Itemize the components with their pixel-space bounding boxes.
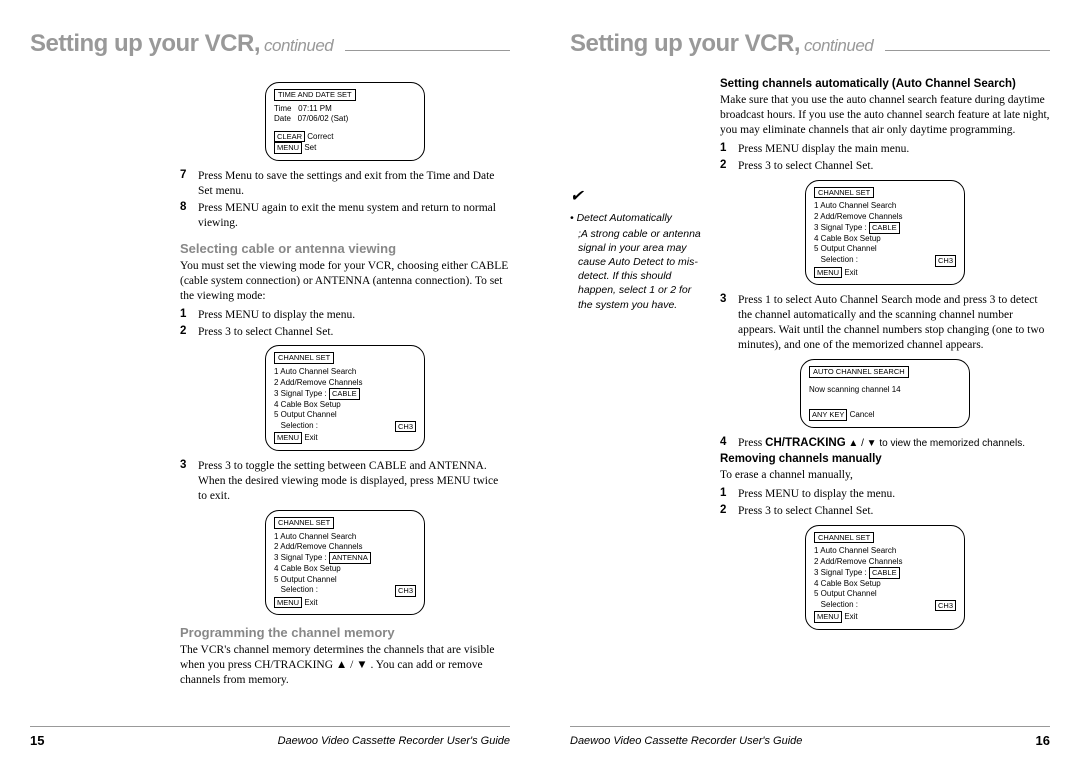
check-icon: ✔: [570, 186, 708, 208]
step-2: 2Press 3 to select Channel Set.: [720, 504, 1050, 519]
step-7: 7Press Menu to save the settings and exi…: [180, 169, 510, 199]
page-number: 16: [1036, 733, 1050, 748]
footer-left: 15 Daewoo Video Cassette Recorder User's…: [30, 726, 510, 748]
osd-channel-set-antenna: CHANNEL SET 1 Auto Channel Search 2 Add/…: [265, 510, 425, 616]
title-rule: [345, 50, 510, 51]
heading-programming: Programming the channel memory: [180, 625, 510, 640]
osd-channel-set-cable: CHANNEL SET 1 Auto Channel Search 2 Add/…: [265, 345, 425, 451]
content-right: ✔ • Detect Automatically ;A strong cable…: [570, 76, 1050, 718]
step-2: 2Press 3 to select Channel Set.: [180, 325, 510, 340]
sidebar-left: [30, 76, 180, 718]
step-3: 3Press 3 to toggle the setting between C…: [180, 459, 510, 504]
para-programming: The VCR's channel memory determines the …: [180, 643, 510, 688]
osd-auto-scan: AUTO CHANNEL SEARCH Now scanning channel…: [800, 359, 970, 428]
heading-auto-search: Setting channels automatically (Auto Cha…: [720, 78, 1050, 90]
sidebar-note-head: • Detect Automatically: [570, 211, 708, 225]
step-1: 1Press MENU display the main menu.: [720, 142, 1050, 157]
heading-selecting: Selecting cable or antenna viewing: [180, 241, 510, 256]
footer-title: Daewoo Video Cassette Recorder User's Gu…: [44, 735, 510, 747]
main-col-right: Setting channels automatically (Auto Cha…: [720, 76, 1050, 718]
sidebar-right: ✔ • Detect Automatically ;A strong cable…: [570, 76, 720, 718]
page-number: 15: [30, 733, 44, 748]
step-1: 1Press MENU to display the menu.: [720, 487, 1050, 502]
footer-right: Daewoo Video Cassette Recorder User's Gu…: [570, 726, 1050, 748]
osd-key: CLEAR: [274, 131, 305, 143]
page-right: Setting up your VCR, continued ✔ • Detec…: [540, 0, 1080, 763]
osd-text: Set: [302, 143, 316, 152]
osd-key: MENU: [274, 142, 302, 154]
para-selecting: You must set the viewing mode for your V…: [180, 259, 510, 304]
osd-text: Correct: [305, 132, 333, 141]
page-title: Setting up your VCR, continued: [570, 30, 1050, 58]
step-2: 2Press 3 to select Channel Set.: [720, 159, 1050, 174]
content-left: TIME AND DATE SET Time 07:11 PM Date 07/…: [30, 76, 510, 718]
title-continued: continued: [264, 36, 333, 56]
osd-line: Time 07:11 PM: [274, 104, 416, 114]
footer-title: Daewoo Video Cassette Recorder User's Gu…: [570, 735, 1036, 747]
page-left: Setting up your VCR, continued TIME AND …: [0, 0, 540, 763]
osd-line: Date 07/06/02 (Sat): [274, 114, 416, 124]
heading-removing: Removing channels manually: [720, 453, 1050, 465]
step-4: 4 Press CH/TRACKING ▲ / ▼ to view the me…: [720, 436, 1050, 451]
osd-time-date: TIME AND DATE SET Time 07:11 PM Date 07/…: [265, 82, 425, 161]
sidebar-note-body: ;A strong cable or antenna signal in you…: [570, 227, 708, 312]
title-main: Setting up your VCR,: [30, 30, 260, 58]
step-8: 8Press MENU again to exit the menu syste…: [180, 201, 510, 231]
step-3: 3Press 1 to select Auto Channel Search m…: [720, 293, 1050, 353]
osd-title: CHANNEL SET: [274, 352, 334, 364]
osd-title: TIME AND DATE SET: [274, 89, 356, 101]
osd-channel-set-2: CHANNEL SET 1 Auto Channel Search 2 Add/…: [805, 525, 965, 631]
osd-channel-set: CHANNEL SET 1 Auto Channel Search 2 Add/…: [805, 180, 965, 286]
main-col-left: TIME AND DATE SET Time 07:11 PM Date 07/…: [180, 76, 510, 718]
para-removing: To erase a channel manually,: [720, 468, 1050, 483]
page-title: Setting up your VCR, continued: [30, 30, 510, 58]
para-auto: Make sure that you use the auto channel …: [720, 93, 1050, 138]
step-1: 1Press MENU to display the menu.: [180, 308, 510, 323]
